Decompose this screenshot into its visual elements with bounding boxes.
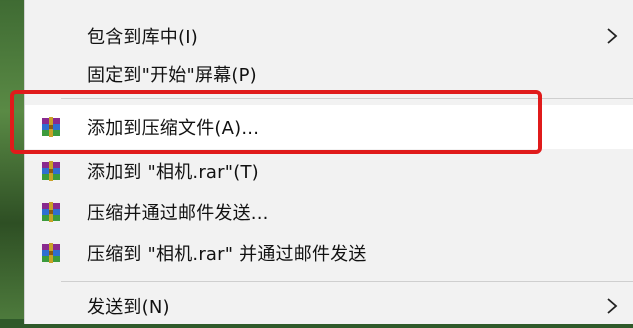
menu-item-label: 添加到 "相机.rar"(T) <box>87 162 259 183</box>
winrar-icon <box>42 202 60 222</box>
menu-item-label: 添加到压缩文件(A)... <box>87 118 260 139</box>
menu-separator <box>61 98 633 99</box>
menu-item-label: 包含到库中(I) <box>87 27 198 48</box>
menu-item-compress-and-email[interactable]: 压缩并通过邮件发送... <box>25 190 633 234</box>
winrar-icon <box>42 243 60 263</box>
winrar-icon <box>42 117 60 137</box>
menu-item-label: 发送到(N) <box>87 297 170 318</box>
desktop-background <box>0 0 24 319</box>
context-menu: 包含到库中(I) 固定到"开始"屏幕(P) 添加到压缩文件(A)... 添加到 … <box>24 0 633 324</box>
chevron-right-icon <box>607 28 618 44</box>
chevron-right-icon <box>607 298 618 314</box>
menu-item-add-to-archive[interactable]: 添加到压缩文件(A)... <box>25 105 633 149</box>
menu-item-label: 压缩到 "相机.rar" 并通过邮件发送 <box>87 244 367 265</box>
menu-item-label: 压缩并通过邮件发送... <box>87 203 269 224</box>
winrar-icon <box>42 161 60 181</box>
menu-item-send-to[interactable]: 发送到(N) <box>25 284 633 328</box>
menu-item-add-to-rar[interactable]: 添加到 "相机.rar"(T) <box>25 149 633 193</box>
menu-separator <box>61 281 633 282</box>
menu-item-label: 固定到"开始"屏幕(P) <box>87 65 257 86</box>
menu-item-pin-to-start[interactable]: 固定到"开始"屏幕(P) <box>25 52 633 96</box>
menu-item-compress-to-rar-and-email[interactable]: 压缩到 "相机.rar" 并通过邮件发送 <box>25 231 633 275</box>
